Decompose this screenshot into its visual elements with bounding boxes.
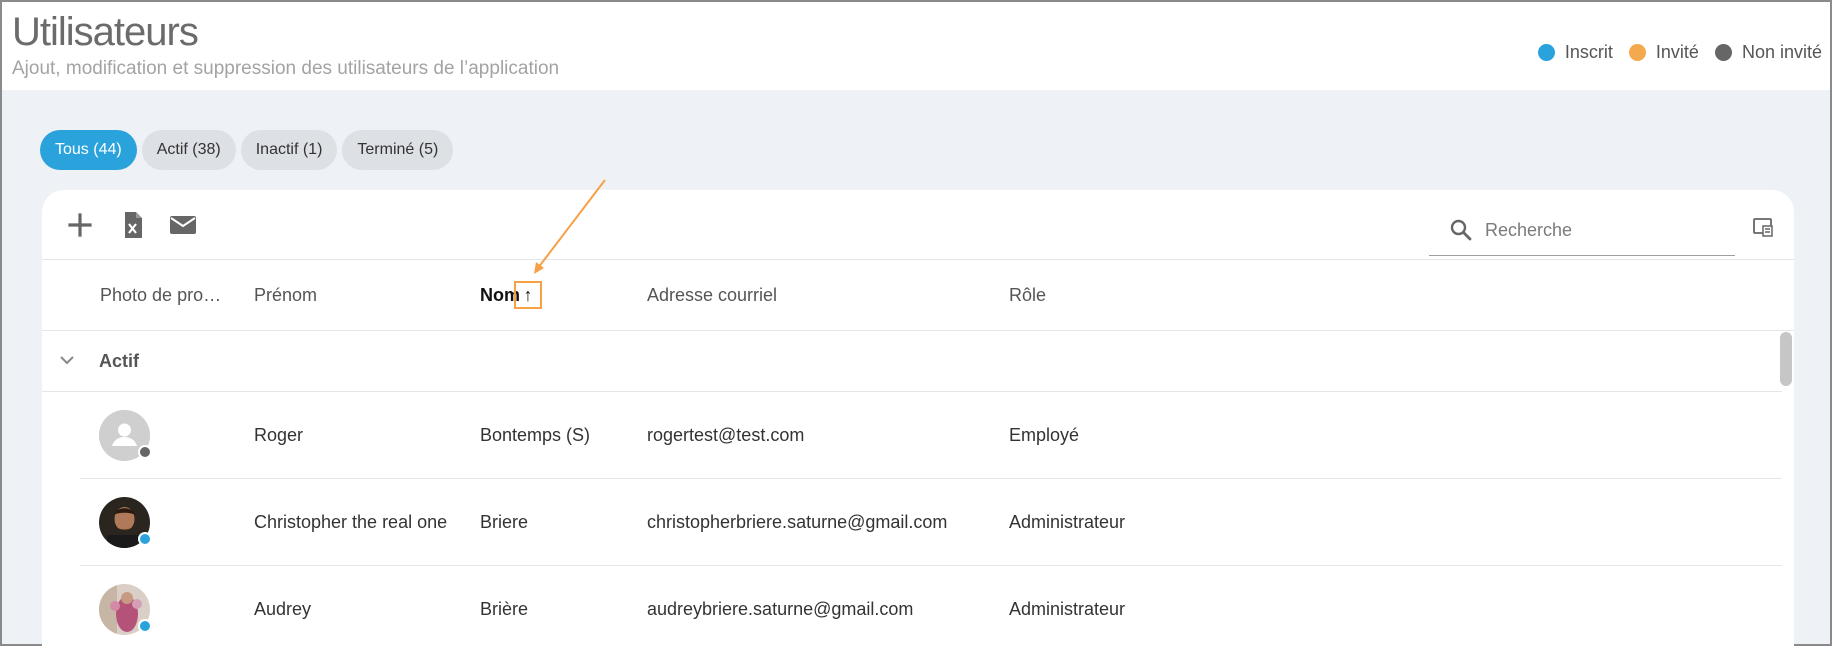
search-input[interactable] (1485, 216, 1725, 244)
tab-tous[interactable]: Tous (44) (40, 130, 137, 170)
cell-email: rogertest@test.com (647, 425, 805, 445)
column-chooser-icon[interactable] (1752, 216, 1774, 243)
legend-label: Non invité (1741, 42, 1822, 62)
page-title: Utilisateurs (12, 10, 199, 54)
column-photo[interactable]: Photo de pro… (100, 285, 221, 306)
column-prenom[interactable]: Prénom (254, 285, 317, 306)
status-dot (138, 619, 152, 633)
tab-inactif[interactable]: Inactif (1) (240, 130, 338, 170)
search-field[interactable] (1429, 206, 1735, 256)
tab-actif[interactable]: Actif (38) (141, 130, 236, 170)
legend-inscrit: Inscrit (1537, 42, 1613, 63)
table-row[interactable]: Audrey Brière audreybriere.saturne@gmail… (42, 566, 1782, 646)
table-row[interactable]: Roger Bontemps (S) rogertest@test.com Em… (42, 392, 1782, 479)
cell-prenom: Audrey (254, 599, 312, 619)
page-subtitle: Ajout, modification et suppression des u… (12, 58, 560, 79)
search-icon (1449, 218, 1473, 247)
cell-prenom: Christopher the real one (254, 512, 448, 532)
status-legend: Inscrit Invité Non invité (1522, 42, 1822, 63)
column-email[interactable]: Adresse courriel (647, 285, 777, 306)
cell-prenom: Roger (254, 425, 304, 445)
table-toolbar (42, 190, 1794, 260)
inscrit-dot-icon (1537, 44, 1555, 61)
add-icon[interactable] (65, 210, 95, 240)
sort-ascending-icon[interactable]: ↑ (514, 281, 542, 309)
group-label: Actif (99, 351, 139, 371)
excel-export-icon[interactable] (118, 210, 148, 240)
cell-role: Administrateur (1009, 512, 1126, 532)
column-role[interactable]: Rôle (1009, 285, 1046, 306)
mail-icon[interactable] (168, 210, 198, 240)
cell-nom: Bontemps (S) (480, 425, 591, 445)
legend-invite: Invité (1628, 42, 1699, 63)
status-dot (138, 445, 152, 459)
legend-label: Invité (1655, 42, 1699, 62)
chevron-down-icon[interactable] (58, 351, 76, 374)
table-row[interactable]: Christopher the real one Briere christop… (42, 479, 1782, 566)
filter-tabs: Tous (44) Actif (38) Inactif (1) Terminé… (40, 130, 454, 170)
cell-role: Administrateur (1009, 599, 1126, 619)
users-table-card: Photo de pro… Prénom Nom ↑ Adresse courr… (42, 190, 1794, 646)
status-dot (138, 532, 152, 546)
legend-label: Inscrit (1564, 42, 1613, 62)
table-header: Photo de pro… Prénom Nom ↑ Adresse courr… (42, 260, 1794, 331)
cell-role: Employé (1009, 425, 1080, 445)
vertical-scrollbar[interactable] (1780, 332, 1792, 386)
page-header: Utilisateurs Ajout, modification et supp… (2, 2, 1830, 90)
cell-email: christopherbriere.saturne@gmail.com (647, 512, 948, 532)
tab-termine[interactable]: Terminé (5) (342, 130, 454, 170)
non-invite-dot-icon (1714, 44, 1732, 61)
invite-dot-icon (1628, 44, 1646, 61)
avatar (99, 410, 152, 461)
legend-non-invite: Non invité (1714, 42, 1822, 63)
cell-email: audreybriere.saturne@gmail.com (647, 599, 914, 619)
group-header-actif[interactable]: Actif (42, 331, 1782, 392)
avatar (99, 497, 152, 548)
cell-nom: Briere (480, 512, 529, 532)
cell-nom: Brière (480, 599, 529, 619)
avatar (99, 584, 152, 635)
